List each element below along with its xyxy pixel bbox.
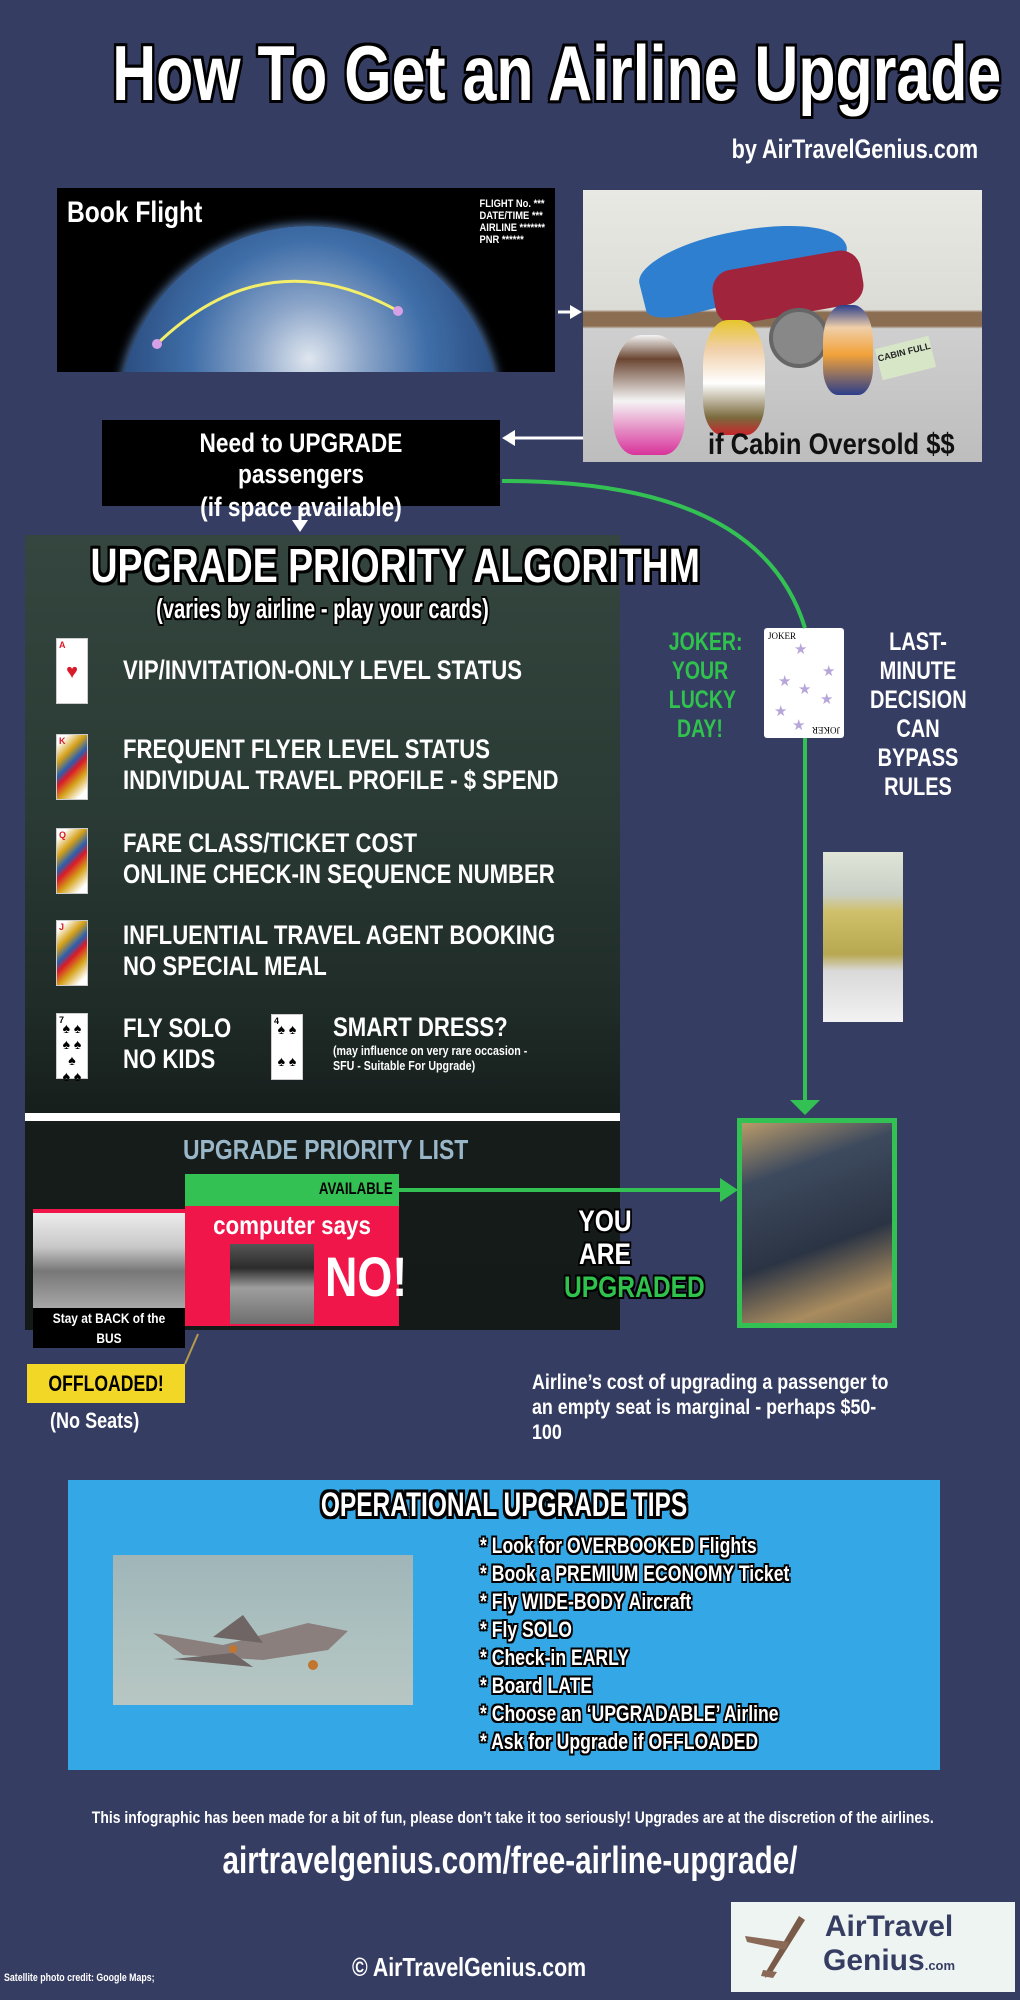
no-seats-label: (No Seats) [50,1408,140,1433]
offloaded-badge: OFFLOADED! [27,1364,185,1403]
tips-list: * Look for OVERBOOKED Flights * Book a P… [480,1532,789,1756]
offload-connector [184,1333,199,1365]
criterion-smart-dress: SMART DRESS? (may influence on very rare… [333,1012,528,1073]
jumbo-jet-photo [113,1555,413,1705]
disclaimer: This infographic has been made for a bit… [91,1808,934,1827]
operational-tips-box: OPERATIONAL UPGRADE TIPS * Look for OVER… [68,1480,940,1770]
seven-of-spades-card: 7 ♠ ♠ ♠ ♠ ♠ ♠ ♠ [56,1013,88,1084]
criterion-travel-agent: INFLUENTIAL TRAVEL AGENT BOOKING NO SPEC… [123,920,556,981]
section-divider [25,1113,620,1121]
star-icon: ★ [820,691,834,708]
plane-logo-icon [745,1916,805,1978]
last-minute-text: LAST-MINUTE DECISION CAN BYPASS RULES [870,628,967,801]
logo-text: AirTravel Genius.com [823,1910,956,1977]
flight-info-line: PNR ****** [479,234,524,246]
tip-item: * Choose an ‘UPGRADABLE’ Airline [480,1701,779,1726]
route-line [155,279,399,346]
need-upgrade-line1: Need to UPGRADE passengers [199,428,403,489]
champagne-photo [823,852,903,1022]
book-flight-image: Book Flight FLIGHT No. *** DATE/TIME ***… [57,188,555,372]
upgrade-cost-note: Airline’s cost of upgrading a passenger … [532,1371,889,1444]
tip-item: * Fly WIDE-BODY Aircraft [480,1589,692,1614]
criterion-vip: VIP/INVITATION-ONLY LEVEL STATUS [123,655,522,685]
origin-dot [152,339,162,349]
flight-info: FLIGHT No. *** DATE/TIME *** AIRLINE ***… [480,198,545,246]
criterion-fly-solo: FLY SOLO NO KIDS [123,1013,232,1074]
algorithm-title: UPGRADE PRIORITY ALGORITHM [90,540,700,593]
algorithm-subtitle: (varies by airline - play your cards) [156,593,489,624]
byline: by AirTravelGenius.com [731,134,979,164]
computer-says-label: computer says [213,1210,371,1240]
priority-list-title: UPGRADE PRIORITY LIST [183,1134,469,1165]
arrow-right-green-icon [720,1178,738,1202]
business-seat-photo [737,1118,897,1328]
joker-card: JOKER ★ ★ ★ ★ ★ ★ ★ JOKER [764,628,844,738]
destination-dot [393,306,403,316]
tip-item: * Check-in EARLY [480,1645,629,1670]
photo-credit: Satellite photo credit: Google Maps; [4,1972,155,1984]
arrow-left-icon [502,430,515,446]
computer-says-no-box: computer says NO! [185,1206,407,1326]
four-of-spades-card: 4 ♠ ♠ ♠ ♠ [271,1014,303,1080]
tip-item: * Board LATE [480,1673,593,1698]
tip-item: * Ask for Upgrade if OFFLOADED [480,1729,759,1754]
star-icon: ★ [792,717,806,734]
toy-figure-agent [823,305,873,395]
need-upgrade-line2: (if space available) [200,492,402,522]
cabin-full-sign: CABIN FULL [874,335,937,381]
jack-of-hearts-card: J [56,920,88,986]
copyright: © AirTravelGenius.com [352,1952,587,1982]
toy-plane-wheel [769,308,829,368]
page-title: How To Get an Airline Upgrade [112,29,1002,117]
tip-item: * Fly SOLO [480,1617,572,1642]
available-bar: AVAILABLE [185,1174,399,1206]
star-icon: ★ [778,673,792,690]
article-url-link[interactable]: airtravelgenius.com/free-airline-upgrade… [112,1840,908,1883]
jumbo-jet-icon [153,1615,348,1670]
available-label: AVAILABLE [319,1179,393,1198]
oversold-cabin-photo: CABIN FULL if Cabin Oversold $$ [583,190,982,462]
toy-figure-girl [613,335,685,455]
tip-item: * Look for OVERBOOKED Flights [480,1533,757,1558]
tip-item: * Book a PREMIUM ECONOMY Ticket [480,1561,790,1586]
star-icon: ★ [798,681,812,698]
tips-title: OPERATIONAL UPGRADE TIPS [320,1486,688,1524]
no-label: NO! [325,1245,408,1308]
arrow-down-green-icon [790,1100,820,1115]
airtravelgenius-logo[interactable]: AirTravel Genius.com [731,1902,1015,1992]
heart-icon: ♥ [66,661,78,683]
you-are-upgraded-text: YOU ARE UPGRADED [564,1205,705,1304]
arrow-right-icon [570,305,582,319]
oversold-caption: if Cabin Oversold $$ [708,428,955,461]
flight-info-line: FLIGHT No. *** [479,198,545,210]
queen-of-hearts-card: Q [56,828,88,894]
toy-figure-boy [703,320,765,435]
joker-lucky-text: JOKER: YOUR LUCKY DAY! [668,628,743,743]
need-upgrade-box: Need to UPGRADE passengers (if space ava… [102,420,500,522]
bus-caption: Stay at BACK of the BUS [33,1308,185,1348]
book-flight-label: Book Flight [67,196,203,229]
criterion-fare-class: FARE CLASS/TICKET COST ONLINE CHECK-IN S… [123,828,555,889]
flight-info-line: DATE/TIME *** [479,210,543,222]
star-icon: ★ [774,703,788,720]
economy-cabin-photo [33,1209,185,1314]
king-of-hearts-card: K [56,734,88,800]
computer-says-no-photo [230,1244,314,1324]
star-icon: ★ [822,663,836,680]
flight-info-line: AIRLINE ******* [479,222,545,234]
ace-of-hearts-card: A ♥ [56,638,88,704]
star-icon: ★ [794,641,808,658]
criterion-frequent-flyer: FREQUENT FLYER LEVEL STATUS INDIVIDUAL T… [123,734,559,795]
